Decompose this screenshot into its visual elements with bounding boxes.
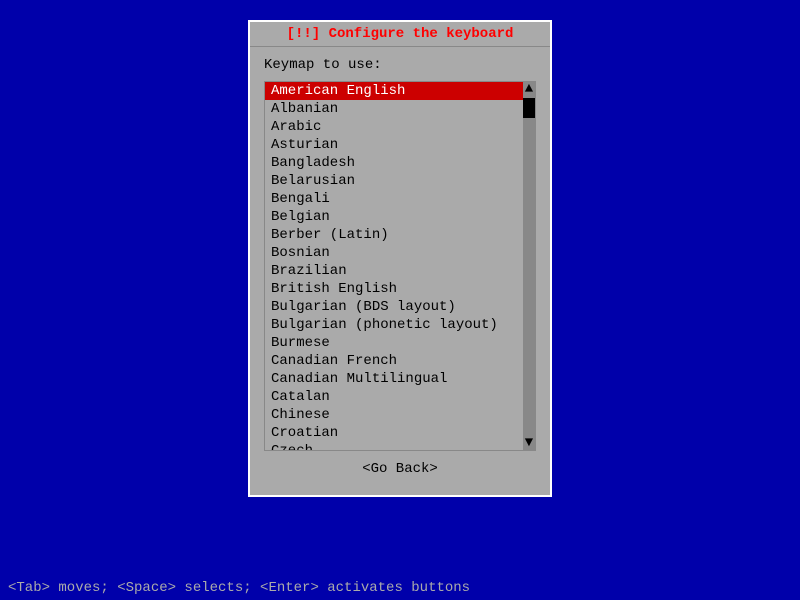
- list-item[interactable]: Catalan: [265, 388, 523, 406]
- list-item[interactable]: Bengali: [265, 190, 523, 208]
- list-item[interactable]: Canadian French: [265, 352, 523, 370]
- list-item[interactable]: Canadian Multilingual: [265, 370, 523, 388]
- scrollbar[interactable]: ▲ ▼: [523, 82, 535, 450]
- list-item[interactable]: Bulgarian (phonetic layout): [265, 316, 523, 334]
- dialog-title: [!!] Configure the keyboard: [250, 22, 550, 47]
- list-item[interactable]: Bulgarian (BDS layout): [265, 298, 523, 316]
- list-item[interactable]: Brazilian: [265, 262, 523, 280]
- list-item[interactable]: Czech: [265, 442, 523, 450]
- list-item[interactable]: Croatian: [265, 424, 523, 442]
- status-bar: <Tab> moves; <Space> selects; <Enter> ac…: [0, 576, 800, 600]
- keymap-list[interactable]: American EnglishAlbanianArabicAsturianBa…: [265, 82, 523, 450]
- list-item[interactable]: Burmese: [265, 334, 523, 352]
- go-back-container: <Go Back>: [264, 451, 536, 485]
- list-item[interactable]: Asturian: [265, 136, 523, 154]
- go-back-button[interactable]: <Go Back>: [362, 461, 438, 477]
- scroll-up-icon[interactable]: ▲: [523, 82, 535, 96]
- list-item[interactable]: Chinese: [265, 406, 523, 424]
- dialog-body: Keymap to use: American EnglishAlbanianA…: [250, 47, 550, 495]
- list-item[interactable]: Bosnian: [265, 244, 523, 262]
- list-item[interactable]: British English: [265, 280, 523, 298]
- scroll-thumb[interactable]: [523, 98, 535, 118]
- list-item[interactable]: Bangladesh: [265, 154, 523, 172]
- scroll-down-icon[interactable]: ▼: [523, 436, 535, 450]
- keymap-label: Keymap to use:: [264, 57, 536, 73]
- list-item[interactable]: Albanian: [265, 100, 523, 118]
- scroll-track: [523, 96, 535, 436]
- list-item[interactable]: American English: [265, 82, 523, 100]
- keymap-list-container[interactable]: American EnglishAlbanianArabicAsturianBa…: [264, 81, 536, 451]
- list-item[interactable]: Arabic: [265, 118, 523, 136]
- list-item[interactable]: Berber (Latin): [265, 226, 523, 244]
- configure-keyboard-dialog: [!!] Configure the keyboard Keymap to us…: [248, 20, 552, 497]
- list-item[interactable]: Belgian: [265, 208, 523, 226]
- list-item[interactable]: Belarusian: [265, 172, 523, 190]
